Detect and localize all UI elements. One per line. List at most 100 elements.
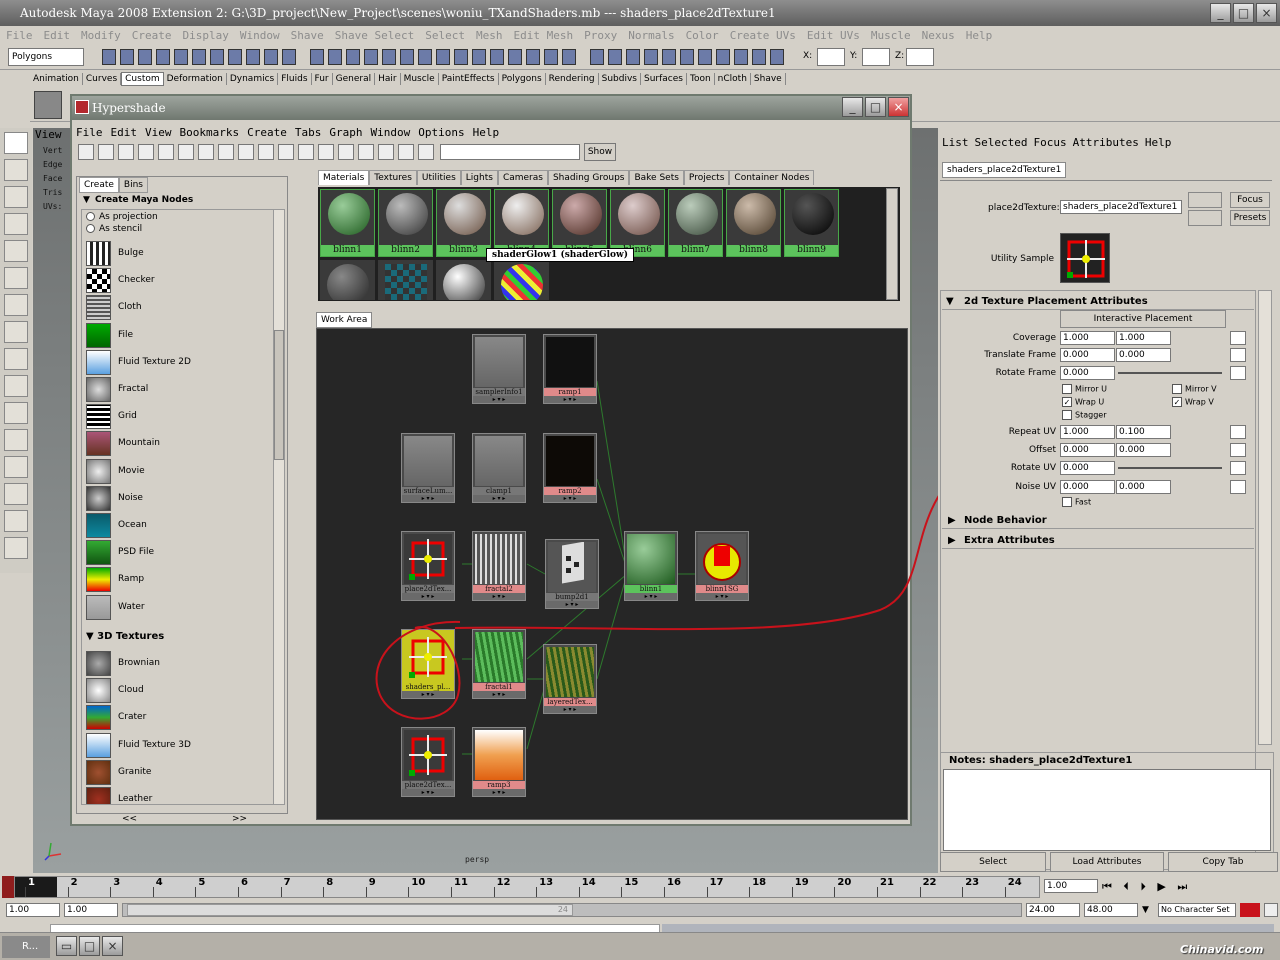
graph-node-samplerInfo[interactable]: samplerInfo1 ▸ ▾ ▸ <box>472 334 526 404</box>
hs-tool-icon[interactable] <box>218 144 234 160</box>
tb-close-button[interactable]: × <box>102 936 123 956</box>
toolbox-tool-icon[interactable] <box>4 537 28 559</box>
start-time-field[interactable]: 1.00 <box>6 903 60 917</box>
z-input[interactable] <box>906 48 934 66</box>
toolbox-tool-icon[interactable] <box>4 402 28 424</box>
shelf-tab-curves[interactable]: Curves <box>83 73 122 85</box>
status-tool-icon[interactable] <box>364 49 378 65</box>
status-tool-icon[interactable] <box>310 49 324 65</box>
menu-nexus[interactable]: Nexus <box>922 29 955 42</box>
status-tool-icon[interactable] <box>382 49 396 65</box>
toolbox-tool-icon[interactable] <box>4 483 28 505</box>
hs-tool-icon[interactable] <box>338 144 354 160</box>
graph-node-ports[interactable]: ▸ ▾ ▸ <box>473 396 525 403</box>
timeline-ticks[interactable]: 1 2 3 4 5 6 7 8 9 10 11 12 13 14 15 16 17 18 19 20 21 22 23 24 <box>14 876 1040 898</box>
node-brownian[interactable]: Brownian <box>86 650 276 677</box>
hs-close-button[interactable]: × <box>888 97 909 117</box>
hs-menu-window[interactable]: Window <box>370 126 410 139</box>
node-checker[interactable]: Checker <box>86 267 276 294</box>
repeat-u-field[interactable]: 1.000 <box>1060 425 1115 439</box>
graph-node-ports[interactable]: ▸ ▾ ▸ <box>402 789 454 796</box>
tb-max-button[interactable]: □ <box>79 936 100 956</box>
hs-tool-icon[interactable] <box>118 144 134 160</box>
toolbox-tool-icon[interactable] <box>4 456 28 478</box>
shelf-tab-dynamics[interactable]: Dynamics <box>227 73 279 85</box>
translate-map-button[interactable] <box>1230 348 1246 362</box>
menu-shave-select[interactable]: Shave Select <box>335 29 414 42</box>
goto-output-icon[interactable] <box>1188 210 1222 226</box>
node-fractal[interactable]: Fractal <box>86 376 276 403</box>
status-tool-icon[interactable] <box>120 49 134 65</box>
rotate-frame-field[interactable]: 0.000 <box>1060 366 1115 380</box>
toolbox-tool-icon[interactable] <box>4 132 28 154</box>
menu-normals[interactable]: Normals <box>628 29 674 42</box>
range-handle[interactable]: 24 <box>127 904 573 916</box>
node-cloth[interactable]: Cloth <box>86 294 276 321</box>
hs-tool-icon[interactable] <box>98 144 114 160</box>
coverage-u-field[interactable]: 1.000 <box>1060 331 1115 345</box>
wrap-u-checkbox[interactable]: ✓ Wrap U <box>1062 397 1104 407</box>
toolbox-tool-icon[interactable] <box>4 294 28 316</box>
nav-prev-button[interactable]: << <box>122 814 137 824</box>
tab-bins[interactable]: Bins <box>118 177 148 193</box>
shelf-tab-hair[interactable]: Hair <box>375 73 401 85</box>
hs-tool-icon[interactable] <box>158 144 174 160</box>
time-slider[interactable]: 1 2 3 4 5 6 7 8 9 10 11 12 13 14 15 16 17 18 19 20 21 22 23 24 … <box>0 874 1280 900</box>
node-psd-file[interactable]: PSD File <box>86 539 276 566</box>
shelf-tab-animation[interactable]: Animation <box>30 73 83 85</box>
hs-menu-file[interactable]: File <box>76 126 103 139</box>
select-button[interactable]: Select <box>940 852 1046 872</box>
status-tool-icon[interactable] <box>138 49 152 65</box>
offset-u-field[interactable]: 0.000 <box>1060 443 1115 457</box>
status-tool-icon[interactable] <box>680 49 694 65</box>
ae-node-tab[interactable]: shaders_place2dTexture1 <box>942 162 1067 178</box>
shelf-tab-muscle[interactable]: Muscle <box>401 73 439 85</box>
rotate-frame-slider[interactable] <box>1118 372 1222 374</box>
menu-muscle[interactable]: Muscle <box>871 29 911 42</box>
hypershade-shelf-icon[interactable] <box>34 91 62 119</box>
offset-map-button[interactable] <box>1230 443 1246 457</box>
node-mountain[interactable]: Mountain <box>86 430 276 457</box>
material-swatch[interactable] <box>494 260 549 300</box>
menu-create-uvs[interactable]: Create UVs <box>730 29 796 42</box>
section-extra-attributes[interactable]: ▶ Extra Attributes <box>942 533 1254 549</box>
node-grid[interactable]: Grid <box>86 403 276 430</box>
status-tool-icon[interactable] <box>454 49 468 65</box>
node-list-scrollbar[interactable] <box>273 209 285 805</box>
status-tool-icon[interactable] <box>174 49 188 65</box>
hs-tool-icon[interactable] <box>398 144 414 160</box>
status-tool-icon[interactable] <box>716 49 730 65</box>
menu-select[interactable]: Select <box>425 29 465 42</box>
graph-node-ports[interactable]: ▸ ▾ ▸ <box>544 396 596 403</box>
mat-tab-utilities[interactable]: Utilities <box>416 170 461 185</box>
status-tool-icon[interactable] <box>626 49 640 65</box>
offset-v-field[interactable]: 0.000 <box>1116 443 1171 457</box>
repeat-map-button[interactable] <box>1230 425 1246 439</box>
status-tool-icon[interactable] <box>752 49 766 65</box>
mat-tab-materials[interactable]: Materials <box>318 170 370 185</box>
hs-tool-icon[interactable] <box>378 144 394 160</box>
toolbox-tool-icon[interactable] <box>4 429 28 451</box>
scroll-thumb[interactable] <box>274 330 284 460</box>
hs-tool-icon[interactable] <box>318 144 334 160</box>
y-input[interactable] <box>862 48 890 66</box>
x-input[interactable] <box>817 48 845 66</box>
node-fluid-texture-3d[interactable]: Fluid Texture 3D <box>86 732 276 759</box>
material-blinn3[interactable]: blinn3 <box>436 189 491 257</box>
material-swatch[interactable] <box>320 260 375 300</box>
hs-tool-icon[interactable] <box>258 144 274 160</box>
hs-tool-icon[interactable] <box>418 144 434 160</box>
hs-menu-help[interactable]: Help <box>473 126 500 139</box>
section-2d-placement[interactable]: ▼ 2d Texture Placement Attributes <box>942 294 1254 310</box>
dropdown-arrow-icon[interactable]: ▼ <box>1142 905 1149 915</box>
mat-tab-textures[interactable]: Textures <box>369 170 417 185</box>
3d-textures-header[interactable]: ▼ 3D Textures <box>86 631 164 642</box>
status-tool-icon[interactable] <box>282 49 296 65</box>
menu-display[interactable]: Display <box>183 29 229 42</box>
load-attributes-button[interactable]: Load Attributes <box>1050 852 1164 872</box>
ae-menu-list[interactable]: List <box>942 136 969 149</box>
nav-next-button[interactable]: >> <box>232 814 247 824</box>
status-tool-icon[interactable] <box>400 49 414 65</box>
goto-input-icon[interactable] <box>1188 192 1222 208</box>
hs-tool-icon[interactable] <box>78 144 94 160</box>
